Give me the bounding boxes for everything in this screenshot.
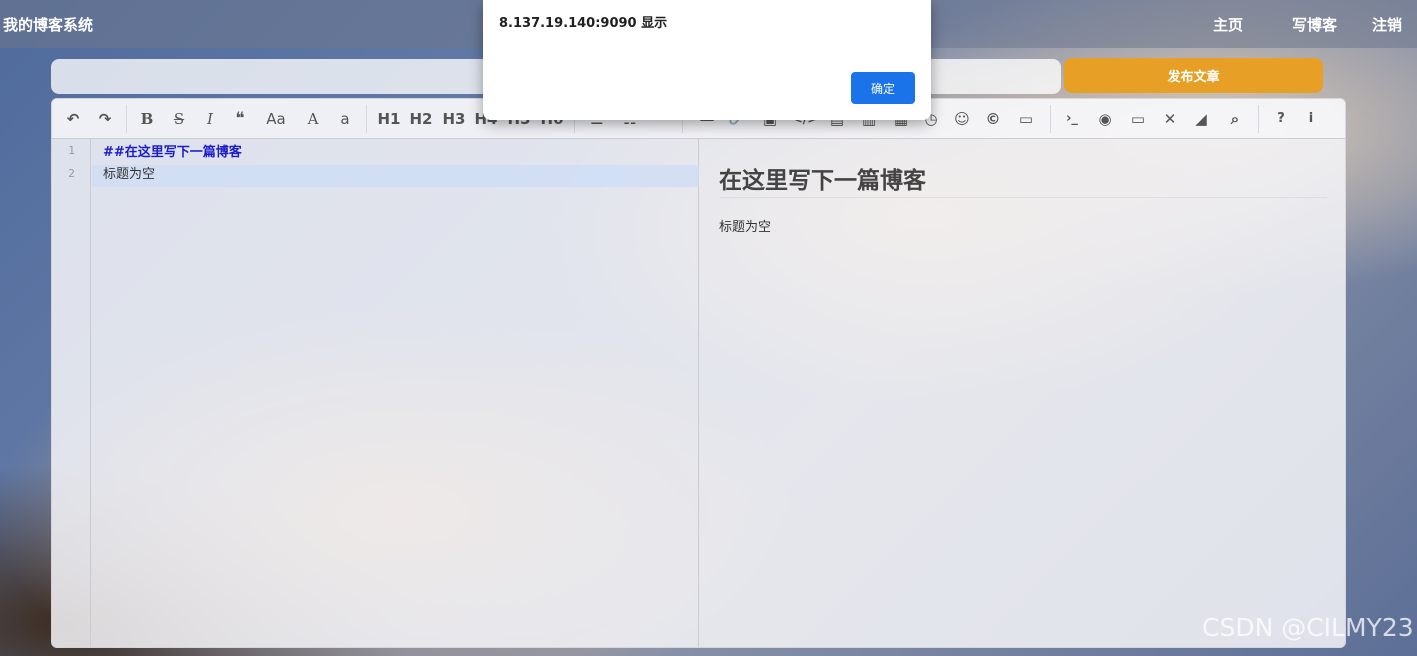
nav-write-blog-link[interactable]: 写博客 (1292, 14, 1337, 35)
pagebreak-icon[interactable]: ▭ (1014, 108, 1038, 130)
alert-dialog: 8.137.19.140:9090 显示 确定 (483, 0, 931, 120)
preview-heading: 在这里写下一篇博客 (719, 168, 926, 194)
toolbar-divider (1050, 105, 1051, 133)
strikethrough-icon[interactable]: S (168, 108, 190, 130)
toolbar-divider (1258, 105, 1259, 133)
h1-button[interactable]: H1 (376, 108, 402, 130)
quote-icon[interactable]: ❝ (229, 108, 251, 130)
alert-ok-button[interactable]: 确定 (851, 72, 915, 104)
markdown-preview-pane: 在这里写下一篇博客 标题为空 (700, 139, 1345, 647)
h3-button[interactable]: H3 (441, 108, 467, 130)
active-line-highlight (92, 165, 699, 187)
italic-icon[interactable]: I (199, 108, 221, 130)
bold-icon[interactable]: B (136, 108, 158, 130)
code-line[interactable]: 标题为空 (103, 164, 155, 186)
line-number: 1 (68, 144, 75, 157)
nav-logout-link[interactable]: 注销 (1372, 14, 1402, 35)
preview-monitor-icon[interactable]: ▭ (1126, 108, 1150, 130)
line-number: 2 (68, 167, 75, 180)
alert-dialog-title: 8.137.19.140:9090 显示 (499, 16, 668, 31)
h2-button[interactable]: H2 (408, 108, 434, 130)
fullscreen-icon[interactable]: ✕ (1159, 108, 1181, 130)
toolbar-divider (366, 105, 367, 133)
search-icon[interactable]: ⌕ (1224, 108, 1246, 130)
toolbar-divider (126, 105, 127, 133)
info-icon[interactable]: i (1300, 108, 1322, 130)
help-icon[interactable]: ? (1270, 108, 1292, 130)
lowercase-icon[interactable]: a (334, 108, 356, 130)
line-number-gutter: 1 2 (52, 139, 91, 647)
ucfirst-icon[interactable]: A (302, 108, 324, 130)
html-entities-icon[interactable]: © (982, 108, 1004, 130)
nav-home-link[interactable]: 主页 (1213, 14, 1243, 35)
emoji-icon[interactable]: ☺ (951, 108, 973, 130)
clear-eraser-icon[interactable]: ◢ (1190, 108, 1212, 130)
watch-eye-icon[interactable]: ◉ (1094, 108, 1116, 130)
redo-icon[interactable]: ↷ (94, 108, 116, 130)
code-line[interactable]: ##在这里写下一篇博客 (103, 142, 242, 164)
terminal-icon[interactable]: ›_ (1060, 108, 1084, 130)
preview-paragraph: 标题为空 (719, 220, 772, 235)
markdown-editor: ↶ ↷ B S I ❝ Aa A a H1 H2 H3 H4 H5 H6 ☰ ☷… (51, 98, 1346, 648)
site-brand: 我的博客系统 (3, 16, 94, 34)
markdown-input-area[interactable]: ##在这里写下一篇博客 标题为空 (92, 139, 699, 647)
watermark: CSDN @CILMY23 (1202, 613, 1414, 642)
preview-heading-rule (719, 197, 1327, 198)
uppercase-icon[interactable]: Aa (261, 108, 291, 130)
publish-button[interactable]: 发布文章 (1064, 58, 1323, 93)
undo-icon[interactable]: ↶ (62, 108, 84, 130)
